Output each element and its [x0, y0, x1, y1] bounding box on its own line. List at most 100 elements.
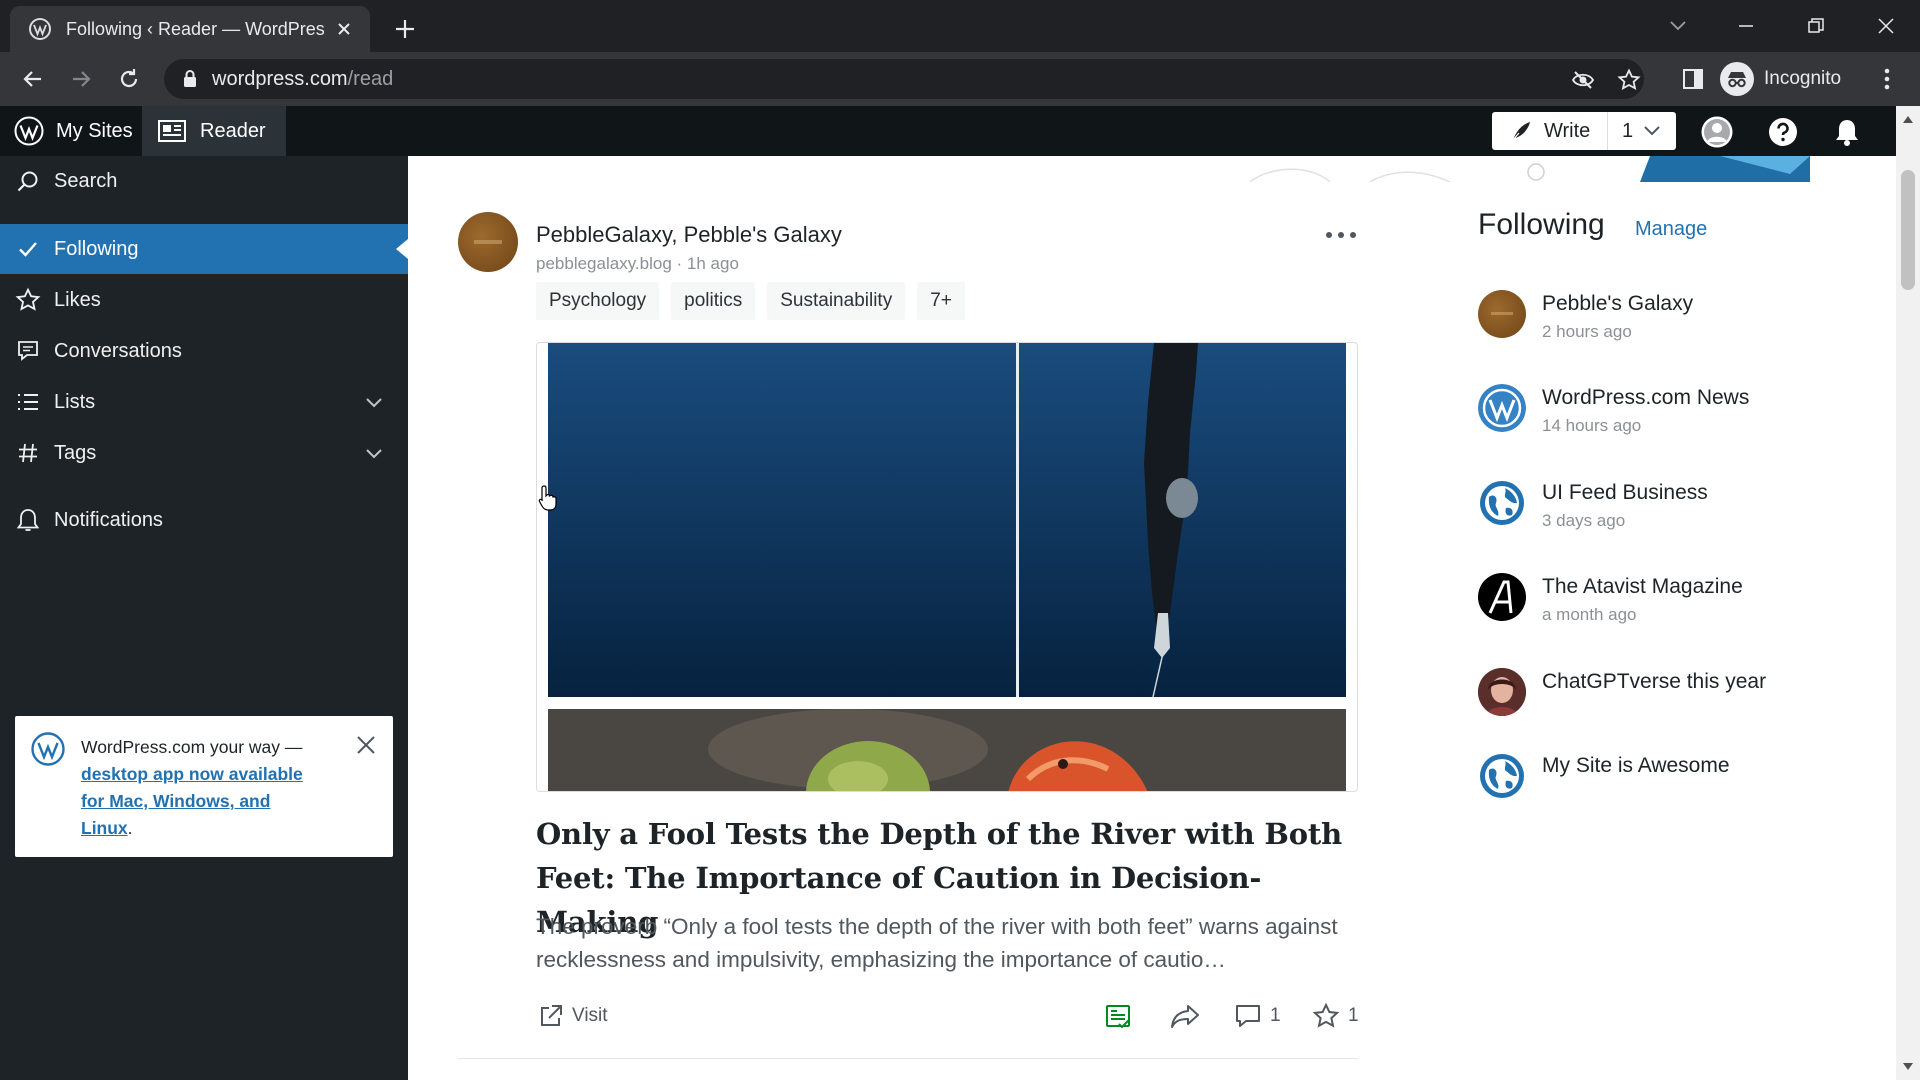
sidebar-item-following[interactable]: Following [0, 224, 408, 274]
tag-chip[interactable]: Psychology [536, 282, 660, 320]
tag-more-chip[interactable]: 7+ [917, 282, 965, 320]
share-icon [1171, 1005, 1199, 1028]
site-time: 14 hours ago [1542, 416, 1642, 435]
account-avatar[interactable] [1700, 115, 1734, 149]
drafts-dropdown[interactable]: 1 [1608, 120, 1661, 143]
comments-button[interactable]: 1 [1234, 1000, 1281, 1032]
url-text: wordpress.com/read [212, 68, 393, 91]
sidebar-item-label: Conversations [54, 339, 182, 362]
sidebar-item-label: Tags [54, 441, 97, 464]
tag-chip[interactable]: Sustainability [767, 282, 906, 320]
manage-link[interactable]: Manage [1635, 218, 1707, 241]
sidebar-item-conversations[interactable]: Conversations [0, 326, 408, 376]
sidebar-item-lists[interactable]: Lists [0, 377, 408, 427]
site-name: The Atavist Magazine [1542, 575, 1743, 598]
reader-sidebar: Search Following Likes Conversations Lis… [0, 156, 408, 1080]
close-tab-icon[interactable] [332, 17, 356, 41]
site-url-link[interactable]: pebblegalaxy.blog [536, 254, 672, 273]
browser-toolbar: wordpress.com/read Incognito [0, 52, 1920, 106]
close-icon[interactable] [355, 734, 377, 756]
post-byline: PebbleGalaxy, Pebble's Galaxy [536, 222, 842, 248]
user-avatar-icon [1701, 116, 1733, 148]
forward-button[interactable] [64, 62, 98, 96]
write-button[interactable]: Write [1492, 112, 1608, 150]
close-window-button[interactable] [1856, 8, 1916, 44]
quill-icon [1511, 122, 1530, 142]
sidebar-item-tags[interactable]: Tags [0, 428, 408, 478]
browser-tab[interactable]: Following ‹ Reader — WordPress.com [10, 6, 370, 52]
sidebar-search[interactable]: Search [0, 156, 408, 206]
restore-button[interactable] [1786, 8, 1846, 44]
followed-site-item[interactable]: WordPress.com News 14 hours ago [1478, 384, 1808, 444]
followed-site-item[interactable]: The Atavist Magazine a month ago [1478, 573, 1808, 633]
comment-count: 1 [1270, 1005, 1281, 1026]
drafts-count: 1 [1622, 119, 1634, 142]
star-icon [1312, 1002, 1340, 1028]
notifications-button[interactable] [1830, 115, 1864, 149]
site-name: Pebble's Galaxy [1542, 292, 1694, 315]
like-button[interactable]: 1 [1312, 1000, 1359, 1032]
reload-button[interactable] [112, 62, 146, 96]
post-options-button[interactable] [1326, 224, 1356, 246]
chevron-down-icon[interactable] [362, 390, 386, 414]
followed-site-item[interactable]: ChatGPTverse this year [1478, 668, 1808, 728]
post-excerpt[interactable]: The proverb “Only a fool tests the depth… [536, 910, 1358, 976]
sidebar-item-notifications[interactable]: Notifications [0, 495, 408, 545]
bell-icon [14, 506, 42, 534]
followed-site-item[interactable]: My Site is Awesome [1478, 752, 1808, 812]
incognito-profile-button[interactable]: Incognito [1720, 59, 1841, 99]
scroll-up-icon[interactable] [1902, 114, 1914, 124]
sidebar-item-likes[interactable]: Likes [0, 275, 408, 325]
wp-masterbar: My Sites Reader Write 1 [0, 106, 1896, 156]
post-image-freediver [548, 343, 1346, 697]
my-sites-label: My Sites [56, 119, 133, 142]
side-panel-button[interactable] [1676, 62, 1710, 96]
help-icon [1769, 118, 1797, 146]
reblog-button[interactable] [1104, 1000, 1140, 1032]
followed-site-item[interactable]: Pebble's Galaxy 2 hours ago [1478, 290, 1808, 350]
new-tab-button[interactable] [388, 12, 422, 46]
promo-link[interactable]: desktop app now available for Mac, Windo… [81, 764, 303, 838]
post-tags: Psychology politics Sustainability 7+ [536, 282, 965, 320]
side-panel-icon [1683, 69, 1703, 89]
bookmark-star-icon[interactable] [1616, 67, 1642, 93]
comment-icon [14, 337, 42, 365]
share-button[interactable] [1170, 1000, 1208, 1032]
globe-icon [1478, 479, 1526, 527]
post-meta: pebblegalaxy.blog · 1h ago [536, 254, 739, 274]
promo-suffix: . [127, 818, 133, 838]
address-bar[interactable]: wordpress.com/read [164, 59, 1644, 99]
visit-button[interactable]: Visit [538, 1000, 608, 1032]
checkmark-icon [14, 235, 42, 263]
followed-site-item[interactable]: UI Feed Business 3 days ago [1478, 479, 1808, 539]
post-gallery[interactable] [536, 342, 1358, 792]
tab-search-button[interactable] [1648, 8, 1708, 44]
minimize-button[interactable] [1716, 8, 1776, 44]
scroll-down-icon[interactable] [1902, 1062, 1914, 1072]
chevron-down-icon[interactable] [362, 441, 386, 465]
tracking-blocked-icon[interactable] [1570, 67, 1596, 93]
post-time[interactable]: 1h ago [687, 254, 739, 273]
browser-tab-strip: Following ‹ Reader — WordPress.com [0, 0, 1920, 52]
author-link[interactable]: PebbleGalaxy [536, 222, 671, 247]
header-illustration [1250, 156, 1810, 182]
sidebar-item-label: Notifications [54, 508, 163, 531]
back-button[interactable] [16, 62, 50, 96]
plus-icon [396, 20, 414, 38]
reader-button[interactable]: Reader [142, 106, 286, 156]
site-name: My Site is Awesome [1542, 754, 1730, 777]
sidebar-search-label: Search [54, 169, 118, 192]
tag-chip[interactable]: politics [671, 282, 756, 320]
browser-menu-button[interactable] [1870, 62, 1904, 96]
help-button[interactable] [1766, 115, 1800, 149]
kebab-menu-icon [1884, 68, 1890, 90]
my-sites-button[interactable]: My Sites [0, 106, 147, 156]
hand-cursor-icon [538, 485, 557, 511]
site-link[interactable]: Pebble's Galaxy [684, 222, 842, 247]
author-avatar[interactable] [458, 212, 518, 272]
wordpress-favicon-icon [29, 18, 51, 40]
person-avatar [1478, 668, 1526, 716]
scrollbar-thumb[interactable] [1901, 170, 1915, 290]
page-scrollbar[interactable] [1896, 106, 1920, 1080]
reload-icon [120, 69, 138, 88]
